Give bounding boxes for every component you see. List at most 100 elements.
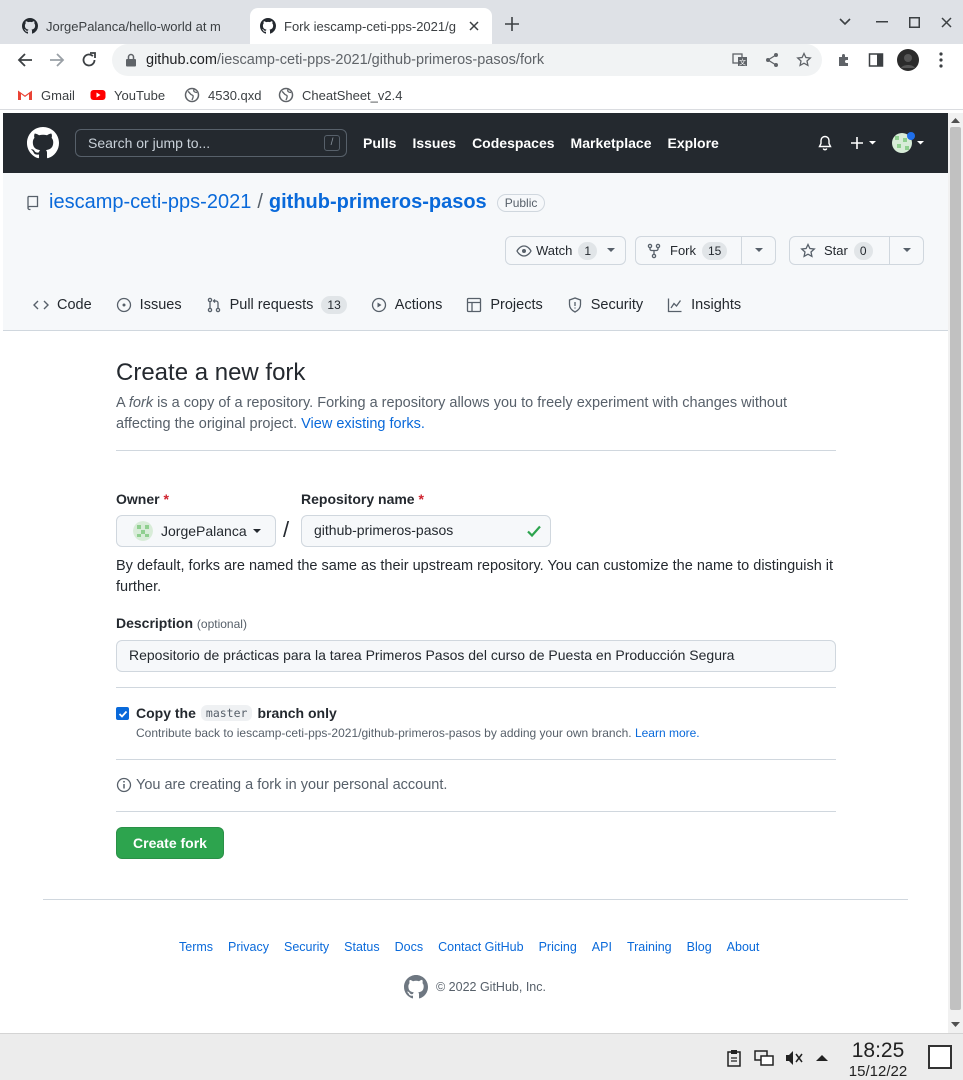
url-path: /iescamp-ceti-pps-2021/github-primeros-p… bbox=[216, 52, 545, 68]
back-arrow-icon[interactable] bbox=[13, 48, 37, 72]
tab-code[interactable]: Code bbox=[33, 297, 92, 313]
browser-tab-fork[interactable]: Fork iescamp-ceti-pps-2021/g bbox=[250, 8, 492, 44]
owner-label: Owner * bbox=[116, 491, 169, 507]
taskbar-clock[interactable]: 18:25 15/12/22 bbox=[838, 1039, 918, 1080]
tab-insights[interactable]: Insights bbox=[667, 297, 741, 313]
owner-repo-separator: / bbox=[283, 517, 290, 542]
clipboard-icon[interactable] bbox=[724, 1048, 744, 1068]
bookmark-star-icon[interactable] bbox=[792, 48, 816, 72]
star-label: Star bbox=[824, 243, 848, 258]
maximize-icon[interactable] bbox=[902, 10, 926, 34]
minimize-icon[interactable] bbox=[870, 10, 894, 34]
visibility-badge: Public bbox=[496, 193, 546, 212]
tab-title: Fork iescamp-ceti-pps-2021/g bbox=[284, 18, 456, 34]
github-mark-icon[interactable] bbox=[404, 975, 428, 999]
bookmark-cheatsheet[interactable]: CheatSheet_v2.4 bbox=[278, 86, 402, 104]
nav-explore[interactable]: Explore bbox=[667, 135, 718, 151]
nav-marketplace[interactable]: Marketplace bbox=[571, 135, 652, 151]
bookmark-label: YouTube bbox=[114, 87, 166, 103]
tab-label: Pull requests bbox=[229, 297, 314, 313]
tab-security[interactable]: Security bbox=[567, 297, 643, 313]
nav-codespaces[interactable]: Codespaces bbox=[472, 135, 554, 151]
tab-projects[interactable]: Projects bbox=[466, 297, 543, 313]
volume-muted-icon[interactable] bbox=[784, 1048, 804, 1068]
globe-icon bbox=[184, 87, 200, 103]
footer-link-terms[interactable]: Terms bbox=[179, 940, 213, 954]
svg-text:文: 文 bbox=[739, 58, 746, 67]
close-window-icon[interactable] bbox=[934, 10, 958, 34]
tab-label: Actions bbox=[394, 297, 443, 313]
create-fork-button[interactable]: Create fork bbox=[116, 827, 224, 859]
copy-branch-label[interactable]: Copy the master branch only bbox=[136, 705, 337, 721]
footer-link-privacy[interactable]: Privacy bbox=[228, 940, 269, 954]
page-scrollbar[interactable] bbox=[948, 113, 963, 1033]
nav-pulls[interactable]: Pulls bbox=[363, 135, 396, 151]
footer-link-about[interactable]: About bbox=[727, 940, 760, 954]
footer-link-security[interactable]: Security bbox=[284, 940, 329, 954]
footer-link-contact[interactable]: Contact GitHub bbox=[438, 940, 523, 954]
profile-avatar[interactable] bbox=[896, 48, 920, 72]
scroll-down-arrow-icon[interactable] bbox=[951, 1020, 960, 1029]
github-logo-icon[interactable] bbox=[27, 127, 59, 159]
tab-issues[interactable]: Issues bbox=[116, 297, 182, 313]
reload-icon[interactable] bbox=[77, 48, 101, 72]
chevron-down-icon bbox=[252, 528, 261, 533]
new-tab-icon[interactable] bbox=[500, 12, 524, 36]
footer-link-blog[interactable]: Blog bbox=[687, 940, 712, 954]
copy-branch-checkbox[interactable] bbox=[116, 707, 129, 720]
scrollbar-thumb[interactable] bbox=[950, 127, 961, 1010]
star-button[interactable]: Star 0 bbox=[790, 237, 889, 264]
share-icon[interactable] bbox=[760, 48, 784, 72]
os-taskbar: 18:25 15/12/22 bbox=[0, 1033, 963, 1080]
repository-name-input[interactable]: github-primeros-pasos bbox=[301, 515, 551, 547]
bell-icon[interactable] bbox=[817, 133, 833, 153]
side-panel-icon[interactable] bbox=[864, 48, 888, 72]
footer-link-api[interactable]: API bbox=[592, 940, 612, 954]
fork-count: 15 bbox=[702, 241, 728, 260]
scroll-up-arrow-icon[interactable] bbox=[951, 116, 960, 125]
footer-link-docs[interactable]: Docs bbox=[395, 940, 423, 954]
github-search-input[interactable]: Search or jump to... / bbox=[75, 129, 347, 157]
chevron-down-icon bbox=[607, 248, 616, 252]
owner-dropdown[interactable]: JorgePalanca bbox=[116, 515, 276, 547]
description-value: Repositorio de prácticas para la tarea P… bbox=[129, 647, 735, 663]
user-avatar-menu[interactable] bbox=[891, 132, 925, 153]
watch-button[interactable]: Watch 1 bbox=[505, 236, 626, 265]
footer-link-pricing[interactable]: Pricing bbox=[539, 940, 577, 954]
browser-menu-icon[interactable] bbox=[929, 48, 953, 72]
close-tab-icon[interactable] bbox=[466, 18, 482, 34]
bookmark-gmail[interactable]: Gmail bbox=[17, 86, 75, 104]
tab-actions[interactable]: Actions bbox=[371, 297, 443, 313]
translate-icon[interactable]: 文 bbox=[728, 48, 752, 72]
network-icon[interactable] bbox=[754, 1048, 774, 1068]
show-desktop-button[interactable] bbox=[928, 1045, 952, 1069]
description-input[interactable]: Repositorio de prácticas para la tarea P… bbox=[116, 640, 836, 672]
issue-icon bbox=[116, 297, 132, 313]
repo-owner-link[interactable]: iescamp-ceti-pps-2021 bbox=[49, 191, 251, 214]
tab-search-chevron-icon[interactable] bbox=[833, 10, 857, 34]
fork-button-group: Fork 15 bbox=[635, 236, 776, 265]
tray-expand-arrow-icon[interactable] bbox=[812, 1048, 832, 1068]
divider bbox=[116, 450, 836, 451]
create-new-plus-icon[interactable] bbox=[850, 133, 878, 153]
nav-issues[interactable]: Issues bbox=[412, 135, 456, 151]
github-favicon-icon bbox=[22, 18, 38, 34]
fork-intro-text: A fork is a copy of a repository. Forkin… bbox=[116, 395, 788, 432]
lock-icon bbox=[124, 53, 138, 67]
star-dropdown[interactable] bbox=[889, 237, 923, 264]
bookmark-4530[interactable]: 4530.qxd bbox=[184, 86, 262, 104]
view-existing-forks-link[interactable]: View existing forks. bbox=[301, 416, 425, 432]
extensions-puzzle-icon[interactable] bbox=[832, 48, 856, 72]
repo-name-link[interactable]: github-primeros-pasos bbox=[269, 191, 487, 214]
browser-tab-hello-world[interactable]: JorgePalanca/hello-world at m bbox=[12, 8, 250, 44]
eye-icon bbox=[516, 244, 532, 257]
bookmark-youtube[interactable]: YouTube bbox=[90, 86, 165, 104]
footer-link-status[interactable]: Status bbox=[344, 940, 379, 954]
address-bar[interactable]: github.com/iescamp-ceti-pps-2021/github-… bbox=[112, 44, 822, 76]
forward-arrow-icon[interactable] bbox=[45, 48, 69, 72]
learn-more-link[interactable]: Learn more. bbox=[635, 726, 700, 740]
fork-dropdown[interactable] bbox=[741, 237, 775, 264]
tab-pull-requests[interactable]: Pull requests 13 bbox=[206, 296, 347, 314]
fork-button[interactable]: Fork 15 bbox=[636, 237, 741, 264]
footer-link-training[interactable]: Training bbox=[627, 940, 672, 954]
